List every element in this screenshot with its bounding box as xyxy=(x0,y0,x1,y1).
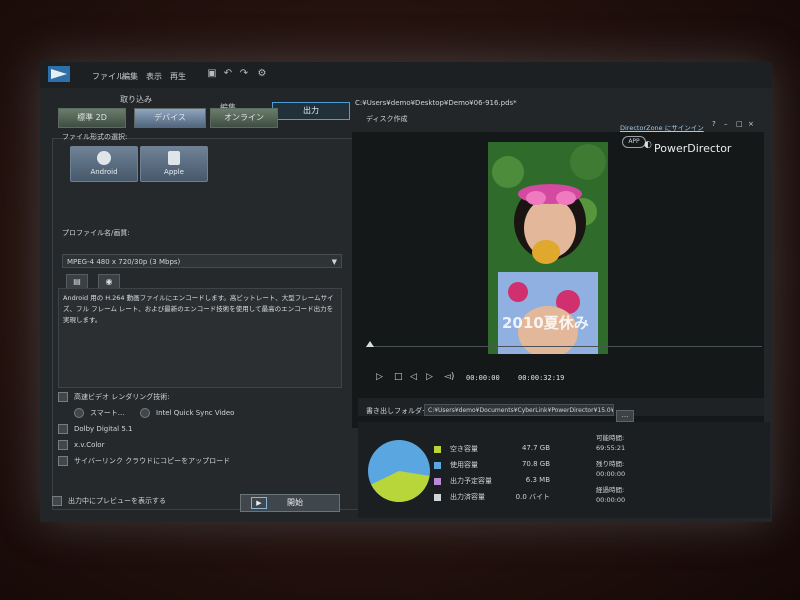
android-format-button[interactable]: Android xyxy=(70,146,138,182)
chevron-down-icon: ▼ xyxy=(331,258,337,266)
output-folder-path[interactable]: C:¥Users¥demo¥Documents¥CyberLink¥PowerD… xyxy=(424,404,614,416)
start-button[interactable]: ▶ 開始 xyxy=(240,494,340,512)
output-folder-label: 書き出しフォルダー: xyxy=(366,407,432,415)
cloud-upload-option[interactable]: サイバーリンク クラウドにコピーをアップロード xyxy=(58,456,230,466)
video-frame: 2010夏休み xyxy=(488,142,608,354)
help-icon[interactable]: ? xyxy=(712,120,716,128)
video-caption-text: 2010夏休み xyxy=(502,314,589,332)
legend-estimated-swatch xyxy=(434,478,441,485)
mode-output[interactable]: 出力 xyxy=(272,102,350,120)
dolby-option[interactable]: Dolby Digital 5.1 xyxy=(58,424,133,434)
preview-during-output-checkbox[interactable] xyxy=(52,496,62,506)
cloud-upload-label: サイバーリンク クラウドにコピーをアップロード xyxy=(74,457,231,465)
available-time-label: 可能時間: xyxy=(596,434,625,442)
android-icon xyxy=(97,151,111,165)
directorzone-signin-link[interactable]: DirectorZone にサインイン xyxy=(620,122,704,132)
dolby-label: Dolby Digital 5.1 xyxy=(74,425,133,433)
legend-output-swatch xyxy=(434,494,441,501)
profile-label: プロファイル名/画質: xyxy=(62,229,130,237)
disk-usage-pie-chart xyxy=(368,440,430,502)
output-size-label: 出力済容量 xyxy=(450,493,485,501)
xvcolor-option[interactable]: x.v.Color xyxy=(58,440,104,450)
current-timecode: 00:00:00 xyxy=(466,374,500,382)
free-space-value: 47.7 GB xyxy=(521,444,550,452)
dolby-checkbox[interactable] xyxy=(58,424,68,434)
preview-during-output-label: 出力中にプレビューを表示する xyxy=(68,497,166,505)
intel-qsv-option[interactable]: Intel Quick Sync Video xyxy=(140,408,234,418)
remaining-time-value: 00:00:00 xyxy=(596,470,626,478)
elapsed-time-value: 00:00:00 xyxy=(596,496,626,504)
project-path: C:¥Users¥demo¥Desktop¥Demo¥06-916.pds* xyxy=(355,99,517,107)
next-frame-icon[interactable]: ▷ xyxy=(426,372,433,382)
maximize-icon[interactable]: □ xyxy=(736,120,743,128)
close-icon[interactable]: × xyxy=(748,120,754,128)
start-button-label: 開始 xyxy=(287,498,303,507)
save-icon[interactable]: ▣ xyxy=(206,68,218,80)
fast-render-option[interactable]: 高速ビデオ レンダリング技術: xyxy=(58,392,170,402)
xvcolor-label: x.v.Color xyxy=(74,441,105,449)
mode-capture[interactable]: 取り込み xyxy=(120,94,152,105)
timeline-slider[interactable] xyxy=(366,346,762,347)
profile-dropdown[interactable]: MPEG-4 480 x 720/30p (3 Mbps) ▼ xyxy=(62,254,342,268)
smart-render-label: スマート... xyxy=(90,409,125,417)
apple-format-label: Apple xyxy=(164,168,184,176)
available-time-value: 69:55:21 xyxy=(596,444,626,452)
intel-qsv-label: Intel Quick Sync Video xyxy=(156,409,235,417)
total-timecode: 00:00:32:19 xyxy=(518,374,565,382)
mode-disc-create[interactable]: ディスク作成 xyxy=(366,114,408,124)
menu-file[interactable]: ファイル xyxy=(92,71,124,82)
tab-online[interactable]: オンライン xyxy=(210,108,278,128)
profile-value: MPEG-4 480 x 720/30p (3 Mbps) xyxy=(67,258,181,266)
preview-during-output-option[interactable]: 出力中にプレビューを表示する xyxy=(52,496,166,506)
apple-format-button[interactable]: Apple xyxy=(140,146,208,182)
used-space-label: 使用容量 xyxy=(450,461,478,469)
browse-folder-button[interactable]: ... xyxy=(616,410,634,422)
free-space-label: 空き容量 xyxy=(450,445,478,453)
profile-info-icon[interactable]: ▤ xyxy=(66,274,88,289)
projected-screen: ファイル 編集 表示 再生 ▣ ↶ ↷ ⚙ 取り込み 編集 出力 C:¥User… xyxy=(40,62,772,522)
output-size-value: 0.0 バイト xyxy=(515,493,550,501)
android-format-label: Android xyxy=(90,168,118,176)
fast-render-checkbox[interactable] xyxy=(58,392,68,402)
cloud-upload-checkbox[interactable] xyxy=(58,456,68,466)
remaining-time-label: 残り時間: xyxy=(596,460,625,468)
estimated-size-value: 6.3 MB xyxy=(525,476,550,484)
stop-icon[interactable]: □ xyxy=(394,372,403,382)
tab-standard-2d[interactable]: 標準 2D xyxy=(58,108,126,128)
brand-name: PowerDirector xyxy=(654,142,732,155)
settings-gear-icon[interactable]: ⚙ xyxy=(256,68,268,80)
used-space-value: 70.8 GB xyxy=(521,460,550,468)
tab-device[interactable]: デバイス xyxy=(134,108,206,128)
play-icon[interactable]: ▷ xyxy=(376,372,383,382)
intel-qsv-radio[interactable] xyxy=(140,408,150,418)
apple-device-icon xyxy=(168,151,180,165)
smart-render-radio[interactable] xyxy=(74,408,84,418)
app-logo-icon xyxy=(48,66,70,82)
profile-preview-eye-icon[interactable]: ◉ xyxy=(98,274,120,289)
smart-render-option[interactable]: スマート... xyxy=(74,408,124,418)
estimated-size-label: 出力予定容量 xyxy=(450,477,492,485)
powerdirector-logo-icon: ◐ xyxy=(644,140,652,150)
legend-used-swatch xyxy=(434,462,441,469)
format-label: ファイル形式の選択: xyxy=(62,133,128,141)
profile-description: Android 用の H.264 動画ファイルにエンコードします。高ビットレート… xyxy=(58,288,342,388)
volume-icon[interactable]: ◅) xyxy=(444,372,454,382)
legend-free-swatch xyxy=(434,446,441,453)
start-play-icon: ▶ xyxy=(251,497,267,509)
prev-frame-icon[interactable]: ◁ xyxy=(410,372,417,382)
fast-render-label: 高速ビデオ レンダリング技術: xyxy=(74,393,170,401)
menu-view[interactable]: 表示 xyxy=(146,71,162,82)
menu-edit[interactable]: 編集 xyxy=(122,71,138,82)
xvcolor-checkbox[interactable] xyxy=(58,440,68,450)
undo-icon[interactable]: ↶ xyxy=(222,68,234,80)
redo-icon[interactable]: ↷ xyxy=(238,68,250,80)
minimize-icon[interactable]: – xyxy=(724,120,728,128)
elapsed-time-label: 経過時間: xyxy=(596,486,625,494)
playhead-handle[interactable] xyxy=(366,341,374,347)
menu-playback[interactable]: 再生 xyxy=(170,71,186,82)
app-badge[interactable]: APP xyxy=(622,136,646,148)
